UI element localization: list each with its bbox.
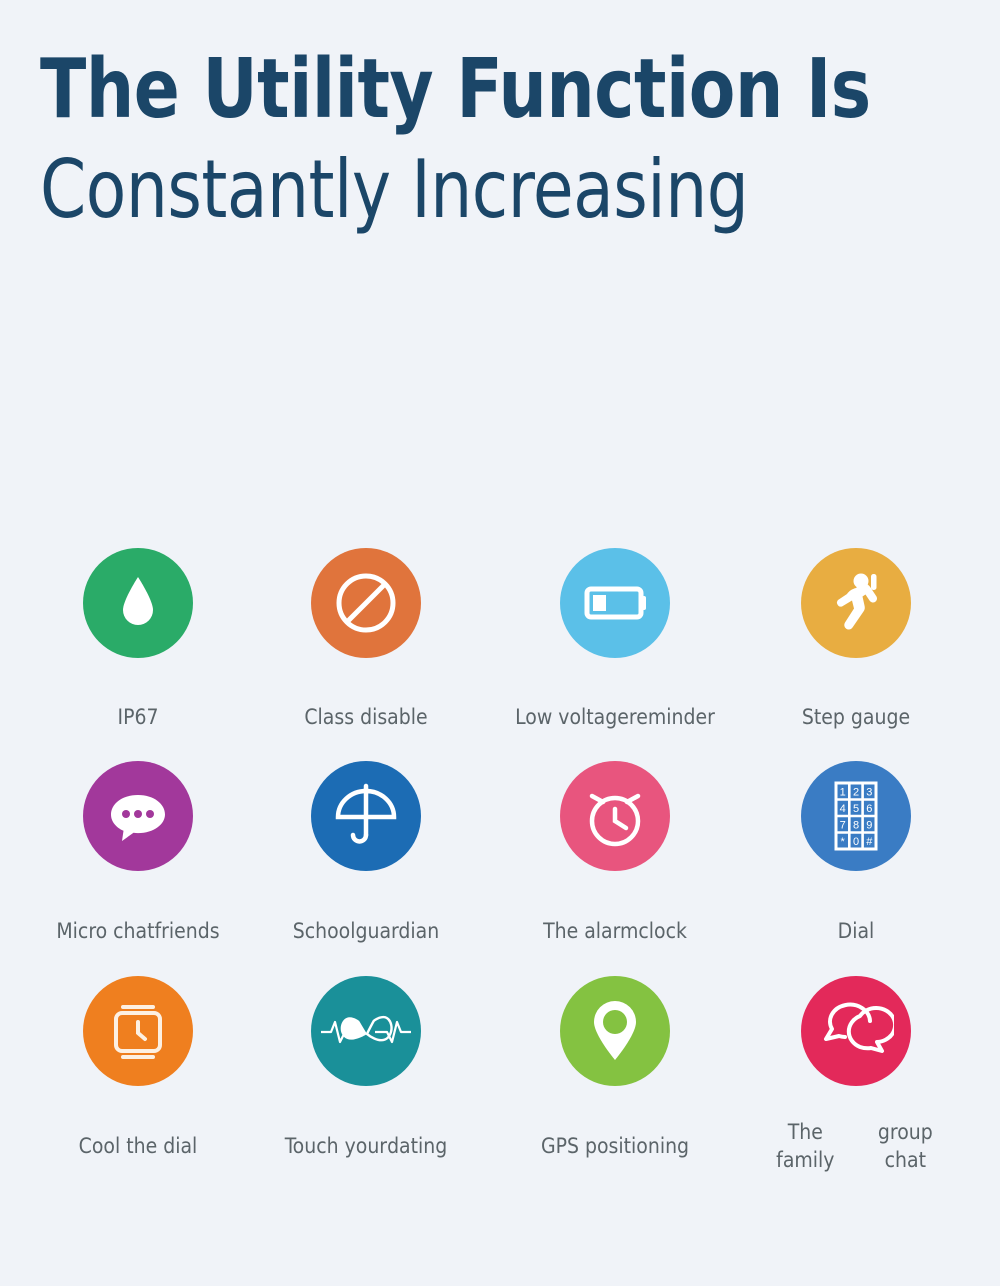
feature-label-line: Dial [837, 918, 875, 943]
water-drop-icon-circle [83, 548, 193, 658]
feature-label-line: Micro chat [56, 918, 155, 943]
dial-keypad-icon-circle: 1 2 3 4 5 6 7 8 9 * 0 # [801, 761, 911, 871]
feature-label: The alarm clock [543, 883, 687, 978]
feature-label-line: GPS positioning [540, 1133, 690, 1158]
keypad-key: 7 [840, 820, 846, 832]
feature-label: The family group chat [756, 1098, 956, 1193]
feature-label-line: The alarm [543, 918, 639, 943]
keypad-key: 8 [853, 820, 859, 832]
feature-label-line: friends [154, 918, 220, 943]
chat-bubble-dots-icon-circle [83, 761, 193, 871]
chat-bubble-dots-icon [111, 795, 165, 841]
feature-label-line: group chat [877, 1119, 933, 1172]
feature-item-low-voltage-reminder[interactable]: Low voltage reminder [500, 548, 730, 763]
feature-item-dial[interactable]: 1 2 3 4 5 6 7 8 9 * 0 # Dial [741, 761, 971, 978]
running-person-icon-circle [801, 548, 911, 658]
prohibited-sign-icon [336, 573, 396, 633]
water-drop-icon [123, 577, 153, 625]
umbrella-icon [335, 783, 397, 844]
umbrella-icon-circle [311, 761, 421, 871]
feature-label-line: Class disable [304, 704, 428, 729]
feature-item-micro-chat-friends[interactable]: Micro chat friends [23, 761, 253, 978]
feature-label-line: IP67 [117, 704, 159, 729]
feature-label: Touch your dating [285, 1098, 448, 1193]
alarm-clock-icon [589, 793, 641, 847]
keypad-key: 2 [853, 787, 859, 799]
feature-label-line: dating [387, 1133, 448, 1158]
heading-line-1: The Utility Function Is [40, 42, 871, 137]
feature-label: Step gauge [802, 670, 910, 763]
keypad-key: 4 [840, 803, 846, 815]
group-chat-bubbles-icon [824, 1002, 894, 1053]
keypad-key: 3 [866, 787, 872, 799]
running-person-icon [837, 573, 878, 630]
feature-label: Cool the dial [79, 1098, 198, 1193]
alarm-clock-icon-circle [560, 761, 670, 871]
feature-item-gps-positioning[interactable]: GPS positioning [500, 976, 730, 1193]
map-pin-icon-circle [560, 976, 670, 1086]
feature-label: School guardian [293, 883, 439, 978]
feature-label-line: School [292, 918, 356, 943]
feature-item-touch-your-dating[interactable]: Touch your dating [251, 976, 481, 1193]
page-heading: The Utility Function Is Constantly Incre… [0, 0, 1000, 242]
feature-grid: IP67 Class disable Low voltage reminder [40, 548, 960, 1193]
feature-label-line: guardian [355, 918, 440, 943]
map-pin-icon [594, 1001, 636, 1060]
feature-label: Class disable [304, 670, 427, 763]
feature-item-step-gauge[interactable]: Step gauge [741, 548, 971, 763]
group-chat-bubbles-icon-circle [801, 976, 911, 1086]
keypad-key: 6 [866, 803, 872, 815]
feature-label-line: clock [638, 918, 687, 943]
feature-label: Dial [838, 883, 875, 978]
low-battery-icon [584, 586, 646, 620]
feature-label: Micro chat friends [56, 883, 219, 978]
keypad-key: 0 [853, 836, 859, 848]
keypad-key: 5 [853, 803, 859, 815]
two-hearts-heartbeat-icon [321, 1015, 411, 1044]
smartwatch-icon [114, 1005, 162, 1059]
keypad-key: # [866, 836, 873, 848]
feature-item-alarm-clock[interactable]: The alarm clock [500, 761, 730, 978]
keypad-key: * [841, 836, 846, 848]
feature-label: GPS positioning [541, 1098, 689, 1193]
low-battery-icon-circle [560, 548, 670, 658]
feature-label-line: The family [776, 1119, 835, 1172]
two-hearts-heartbeat-icon-circle [311, 976, 421, 1086]
feature-label: IP67 [118, 670, 159, 763]
prohibited-sign-icon-circle [311, 548, 421, 658]
feature-item-family-group-chat[interactable]: The family group chat [741, 976, 971, 1193]
feature-label-line: Touch your [284, 1133, 388, 1158]
feature-item-cool-the-dial[interactable]: Cool the dial [23, 976, 253, 1193]
feature-label: Low voltage reminder [515, 670, 715, 763]
feature-item-ip67[interactable]: IP67 [23, 548, 253, 763]
dial-keypad-icon: 1 2 3 4 5 6 7 8 9 * 0 # [834, 781, 878, 851]
feature-label-line: Step gauge [801, 704, 911, 729]
keypad-key: 1 [840, 787, 846, 799]
feature-item-class-disable[interactable]: Class disable [251, 548, 481, 763]
keypad-key: 9 [866, 820, 872, 832]
feature-item-school-guardian[interactable]: School guardian [251, 761, 481, 978]
feature-label-line: Low voltage [515, 704, 629, 729]
smartwatch-icon-circle [83, 976, 193, 1086]
feature-label-line: Cool the dial [78, 1133, 198, 1158]
feature-label-line: reminder [628, 704, 715, 729]
heading-line-2: Constantly Increasing [40, 143, 749, 236]
